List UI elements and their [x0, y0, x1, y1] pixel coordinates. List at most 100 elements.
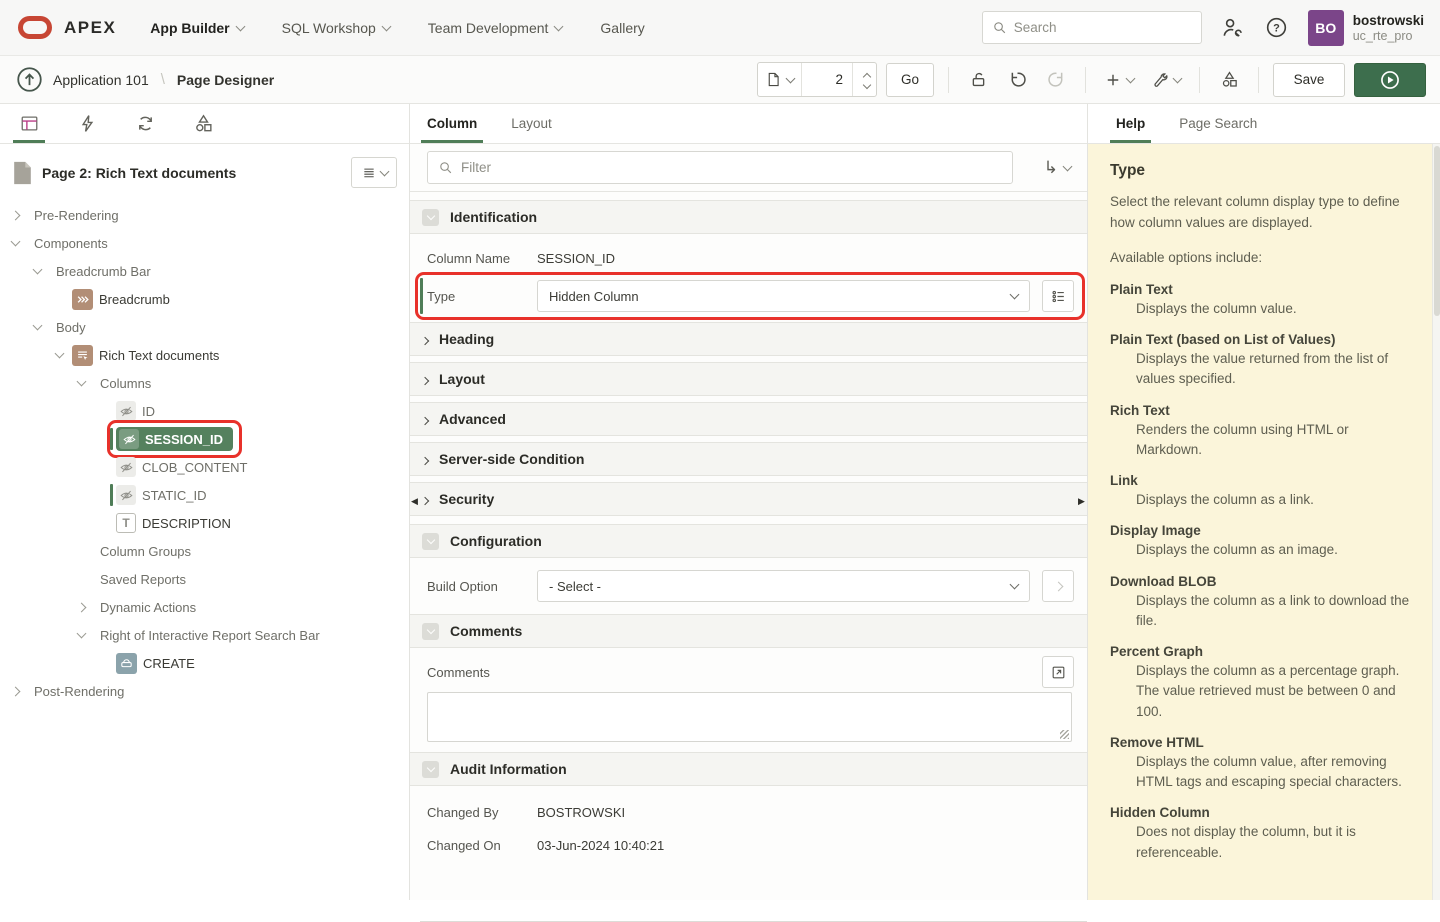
tree-expander[interactable] — [12, 241, 28, 245]
scrollbar-track[interactable] — [1432, 144, 1440, 900]
page-number-input[interactable] — [802, 72, 852, 87]
page-finder-button[interactable] — [758, 63, 801, 96]
build-option-select[interactable]: - Select - — [537, 570, 1030, 602]
property-filter[interactable] — [427, 151, 1013, 184]
tab-page-search[interactable]: Page Search — [1173, 104, 1263, 143]
open-comments-dialog-button[interactable] — [1042, 656, 1074, 688]
tree-item-body[interactable]: Body — [0, 313, 409, 341]
tree-item-columns[interactable]: Columns — [0, 369, 409, 397]
tree-expander[interactable] — [56, 353, 72, 357]
tab-shared-components[interactable] — [174, 104, 232, 143]
tree-expander[interactable] — [12, 212, 28, 219]
chevron-down-icon — [1010, 290, 1020, 300]
field-type: Type Hidden Column — [410, 276, 1087, 316]
nav-item-app-builder[interactable]: App Builder — [150, 0, 243, 56]
tree-expander[interactable] — [78, 633, 94, 637]
filter-input[interactable] — [461, 160, 1002, 175]
tree-item-description[interactable]: TDESCRIPTION — [0, 509, 409, 537]
shared-components-icon[interactable] — [1214, 65, 1244, 95]
tree-expander[interactable] — [12, 688, 28, 695]
tree-item-post-rendering[interactable]: Post-Rendering — [0, 677, 409, 705]
collapse-left-panel-handle[interactable]: ◀ — [411, 497, 418, 506]
nav-item-team-development[interactable]: Team Development — [428, 0, 563, 56]
tree-item-rich-text-documents[interactable]: Rich Text documents — [0, 341, 409, 369]
tree-item-static-id[interactable]: STATIC_ID — [0, 481, 409, 509]
scrollbar-thumb[interactable] — [1434, 146, 1440, 316]
tab-dynamic-actions[interactable] — [58, 104, 116, 143]
comments-textarea[interactable] — [427, 692, 1072, 742]
tree-expander[interactable] — [78, 604, 94, 611]
nav-item-sql-workshop[interactable]: SQL Workshop — [282, 0, 390, 56]
lock-icon[interactable] — [963, 65, 993, 95]
breadcrumb-application[interactable]: Application 101 — [53, 72, 149, 88]
goto-group-button[interactable]: ↳ — [1044, 159, 1071, 176]
section-advanced[interactable]: Advanced — [410, 402, 1087, 436]
section-comments[interactable]: Comments — [410, 614, 1087, 648]
tree-item-breadcrumb[interactable]: Breadcrumb — [0, 285, 409, 313]
collapse-icon[interactable] — [422, 623, 439, 640]
section-server-side-condition[interactable]: Server-side Condition — [410, 442, 1087, 476]
tree-item-components[interactable]: Components — [0, 229, 409, 257]
expand-icon[interactable] — [422, 332, 428, 347]
section-heading[interactable]: Heading — [410, 322, 1087, 356]
tab-processing[interactable] — [116, 104, 174, 143]
resize-handle[interactable] — [1060, 730, 1069, 739]
section-configuration[interactable]: Configuration — [410, 524, 1087, 558]
tree-item-column-groups[interactable]: Column Groups — [0, 537, 409, 565]
global-search[interactable] — [982, 11, 1202, 44]
section-title: Heading — [439, 331, 494, 347]
tree-expander[interactable] — [78, 381, 94, 385]
tree-item-right-of-interactive-report-search-bar[interactable]: Right of Interactive Report Search Bar — [0, 621, 409, 649]
save-button[interactable]: Save — [1273, 63, 1345, 97]
tree-item-breadcrumb-bar[interactable]: Breadcrumb Bar — [0, 257, 409, 285]
tree-item-id[interactable]: ID — [0, 397, 409, 425]
expand-icon[interactable] — [422, 412, 428, 427]
section-security[interactable]: Security — [410, 482, 1087, 516]
up-arrow-icon[interactable] — [16, 66, 43, 93]
run-button[interactable] — [1354, 63, 1426, 97]
tree-expander[interactable] — [34, 325, 50, 329]
admin-icon[interactable] — [1220, 15, 1246, 41]
build-option-detail-button[interactable] — [1042, 570, 1074, 602]
tree-item-session-id[interactable]: SESSION_ID — [0, 425, 409, 453]
redo-icon[interactable] — [1041, 65, 1071, 95]
search-input[interactable] — [1014, 20, 1192, 35]
section-identification[interactable]: Identification — [410, 200, 1087, 234]
expand-icon[interactable] — [422, 452, 428, 467]
tab-layout[interactable]: Layout — [505, 104, 558, 143]
help-icon[interactable]: ? — [1264, 15, 1290, 41]
collapse-icon[interactable] — [422, 761, 439, 778]
user-menu[interactable]: BO bostrowski uc_rte_pro — [1308, 10, 1424, 46]
tab-rendering[interactable] — [0, 104, 58, 143]
nav-item-gallery[interactable]: Gallery — [600, 0, 644, 56]
tab-help[interactable]: Help — [1110, 104, 1151, 143]
tree-page-title: Page 2: Rich Text documents — [42, 165, 342, 181]
expand-icon[interactable] — [422, 492, 428, 507]
radio-list-icon — [1050, 288, 1067, 305]
undo-icon[interactable] — [1002, 65, 1032, 95]
page-number-stepper[interactable] — [852, 63, 876, 96]
tree-menu-button[interactable] — [351, 157, 397, 188]
tree-item-saved-reports[interactable]: Saved Reports — [0, 565, 409, 593]
tree-item-pre-rendering[interactable]: Pre-Rendering — [0, 201, 409, 229]
tree-item-create[interactable]: CREATE — [0, 649, 409, 677]
create-menu-button[interactable] — [1100, 71, 1138, 89]
collapse-right-panel-handle[interactable]: ▶ — [1078, 497, 1085, 506]
type-select[interactable]: Hidden Column — [537, 280, 1030, 312]
expand-icon[interactable] — [422, 372, 428, 387]
tree-item-dynamic-actions[interactable]: Dynamic Actions — [0, 593, 409, 621]
go-button[interactable]: Go — [886, 63, 934, 97]
chevron-down-icon — [381, 21, 391, 31]
tree-item-label: Saved Reports — [100, 572, 186, 587]
tree-item-clob-content[interactable]: CLOB_CONTENT — [0, 453, 409, 481]
apex-logo[interactable]: APEX — [18, 16, 116, 39]
utilities-menu-button[interactable] — [1147, 71, 1185, 89]
rendering-tree-panel: Page 2: Rich Text documents Pre-Renderin… — [0, 104, 410, 900]
collapse-icon[interactable] — [422, 533, 439, 550]
tree-expander[interactable] — [34, 269, 50, 273]
section-audit-information[interactable]: Audit Information — [410, 752, 1087, 786]
collapse-icon[interactable] — [422, 209, 439, 226]
tab-column[interactable]: Column — [421, 104, 483, 143]
section-layout[interactable]: Layout — [410, 362, 1087, 396]
quick-pick-list-button[interactable] — [1042, 280, 1074, 312]
